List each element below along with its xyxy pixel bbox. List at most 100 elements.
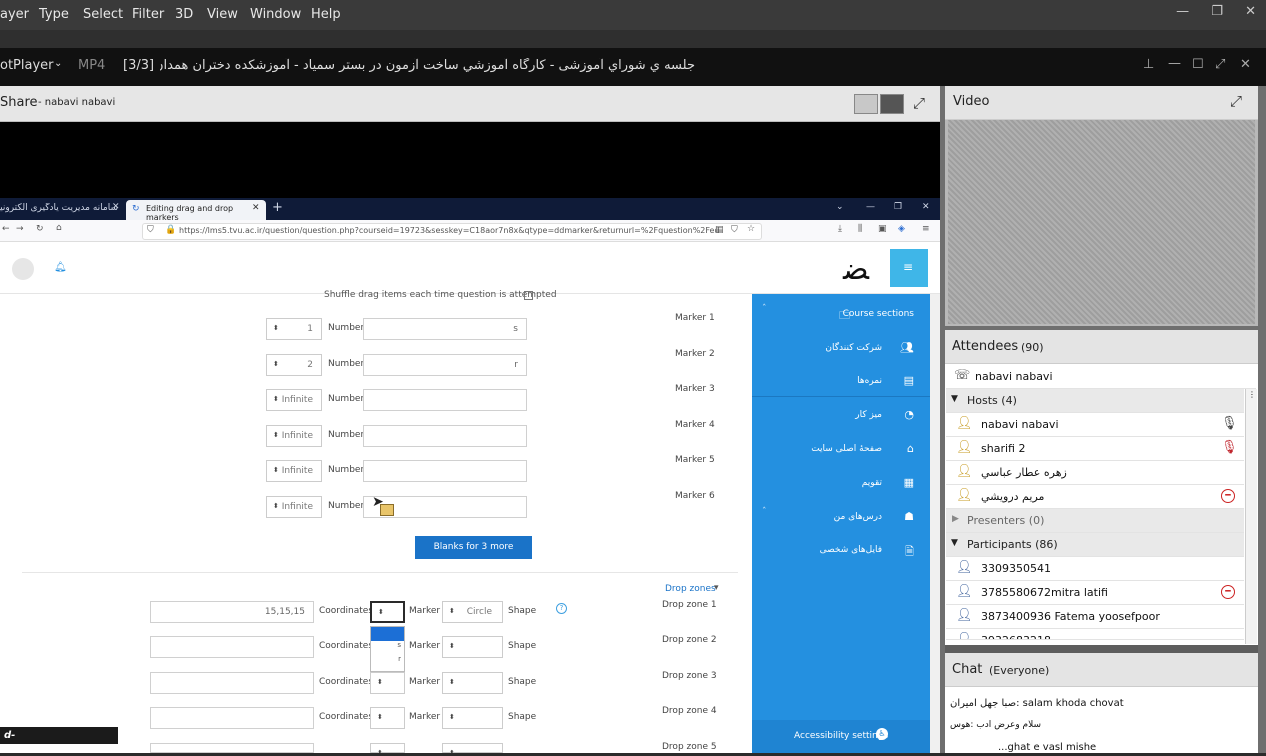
nav-item[interactable]: صفحهٔ اصلی سایت ⌂ bbox=[752, 441, 930, 461]
menu-view[interactable]: View bbox=[207, 7, 238, 22]
help-icon[interactable]: ? bbox=[556, 603, 567, 614]
dropzone-coords-input[interactable]: 15,15,15 bbox=[150, 601, 314, 623]
participant-row[interactable]: 👤︎ 3932683218 bbox=[946, 629, 1244, 640]
menu-icon[interactable]: ≡ bbox=[922, 224, 930, 234]
dropzone-coords-input[interactable] bbox=[150, 636, 314, 659]
my-status-row[interactable]: ☏ nabavi nabavi bbox=[946, 365, 1256, 389]
dropzone-marker-select[interactable]: ⬍ bbox=[370, 707, 405, 730]
player-name[interactable]: otPlayer bbox=[0, 58, 54, 73]
participant-row[interactable]: 👤︎ 3873400936 Fatema yoosefpoor bbox=[946, 605, 1244, 629]
library-icon[interactable]: ⫼ bbox=[858, 224, 862, 234]
fullscreen-icon[interactable]: ⤢ bbox=[1215, 57, 1225, 72]
dropzone-coords-input[interactable] bbox=[150, 707, 314, 730]
nav-item[interactable]: نمره‌ها ▤ bbox=[752, 373, 930, 393]
menu-3d[interactable]: 3D bbox=[175, 7, 193, 22]
marker-text-input[interactable]: r bbox=[363, 353, 527, 376]
hosts-group[interactable]: ▼ Hosts (4) bbox=[946, 389, 1244, 413]
host-row[interactable]: 👤︎ زهره عطار عباسي bbox=[946, 461, 1244, 485]
dropzone-shape-select[interactable]: ⬍ bbox=[442, 636, 503, 659]
hamburger-button[interactable]: ≡ bbox=[890, 249, 928, 287]
chevron-down-icon[interactable]: ⌄ bbox=[54, 58, 62, 69]
minimize-icon[interactable]: — bbox=[866, 202, 875, 212]
extension-icon[interactable]: ◈ bbox=[898, 224, 905, 234]
marker-text-input[interactable] bbox=[363, 389, 527, 412]
nav-item[interactable]: فایل‌های شخصی 🗎︎ bbox=[752, 542, 930, 562]
dropzone-marker-select[interactable]: ⬍ bbox=[370, 671, 405, 694]
marker-qty-select[interactable]: ⬍ Infinite bbox=[266, 460, 322, 483]
download-icon[interactable]: ⤓ bbox=[838, 224, 842, 234]
marker-qty-select[interactable]: ⬍ Infinite bbox=[266, 389, 322, 412]
chevron-up-icon[interactable]: ˆ bbox=[762, 507, 767, 517]
tab-list-icon[interactable]: ⌄ bbox=[836, 202, 844, 212]
reload-icon[interactable]: ↻ bbox=[36, 224, 44, 234]
expand-icon[interactable]: ⤢ bbox=[1230, 92, 1242, 110]
menu-filter[interactable]: Filter bbox=[132, 7, 164, 22]
dropzone-coords-input[interactable] bbox=[150, 671, 314, 694]
close-icon[interactable]: ✕ bbox=[922, 202, 930, 212]
chevron-up-icon[interactable]: ˆ bbox=[762, 304, 767, 314]
host-row[interactable]: 👤︎ nabavi nabavi 🎙︎ bbox=[946, 413, 1244, 437]
shuffle-checkbox[interactable] bbox=[524, 291, 533, 300]
marker-text-input[interactable]: s bbox=[363, 318, 527, 340]
avatar[interactable] bbox=[12, 258, 34, 280]
marker-text-input[interactable] bbox=[363, 424, 527, 447]
close-icon[interactable]: ✕ bbox=[1245, 4, 1256, 19]
blanks-more-markers-button[interactable]: Blanks for 3 more markers bbox=[415, 536, 532, 575]
menu-window[interactable]: Window bbox=[250, 7, 301, 22]
new-tab-icon[interactable]: + bbox=[272, 200, 283, 215]
chevron-down-icon[interactable]: ▾ bbox=[714, 583, 719, 593]
marker-qty-select[interactable]: ⬍ Infinite bbox=[266, 496, 322, 518]
home-icon[interactable]: ⌂ bbox=[56, 223, 62, 233]
marker-qty-select[interactable]: ⬍ 2 bbox=[266, 353, 322, 376]
host-row[interactable]: 👤︎ sharifi 2 🎙︎ bbox=[946, 437, 1244, 461]
dropzone-marker-select[interactable]: ⬍ bbox=[370, 601, 405, 623]
nav-item[interactable]: تقویم ▦ bbox=[752, 475, 930, 495]
tvu-logo[interactable]: ﻀ bbox=[830, 250, 882, 290]
nav-item[interactable]: درس‌های من ☗ bbox=[752, 509, 930, 529]
address-bar[interactable]: ⛉ 🔒 https://lms5.tvu.ac.ir/question/ques… bbox=[142, 223, 762, 240]
nav-item[interactable]: شرکت کنندگان 👥︎ bbox=[752, 340, 930, 360]
participant-row[interactable]: 👤︎ 3785580672mitra latifi ━ bbox=[946, 581, 1244, 605]
close-icon[interactable]: ✕ bbox=[1240, 57, 1251, 72]
dropdown-option[interactable]: r bbox=[371, 655, 404, 669]
minimize-icon[interactable]: — bbox=[1168, 56, 1181, 71]
browser-tab-1[interactable]: سامانه مديريت يادگيری الکترونيکی دا bbox=[0, 203, 118, 213]
marker-qty-select[interactable]: ⬍ 1 bbox=[266, 318, 322, 340]
close-icon[interactable]: ✕ bbox=[252, 203, 260, 213]
marker-text-input[interactable] bbox=[363, 460, 527, 483]
pin-icon[interactable]: ⊥ bbox=[1143, 57, 1154, 72]
back-icon[interactable]: ← bbox=[2, 224, 10, 234]
nav-item[interactable]: میز کار ◔ bbox=[752, 407, 930, 427]
restore-icon[interactable]: ❐ bbox=[1211, 4, 1223, 19]
dropzones-heading[interactable]: Drop zones bbox=[665, 584, 716, 594]
menu-player[interactable]: ayer bbox=[0, 7, 29, 22]
dropzone-marker-select[interactable]: ⬍ bbox=[370, 742, 405, 753]
marker-dropdown-list[interactable]: s r bbox=[370, 626, 405, 672]
maximize-icon[interactable]: ☐ bbox=[1192, 57, 1204, 72]
dropdown-option[interactable]: s bbox=[371, 641, 404, 655]
bell-icon[interactable]: 🔔︎ bbox=[54, 262, 67, 273]
browser-tab-2[interactable]: ↻ Editing drag and drop markers ✕ bbox=[126, 200, 266, 222]
sidebar-icon[interactable]: ▣ bbox=[878, 224, 887, 234]
page-scrollbar[interactable] bbox=[930, 294, 940, 753]
forward-icon[interactable]: → bbox=[16, 224, 24, 234]
accessibility-bar[interactable]: Accessibility settings ♿ bbox=[752, 720, 930, 753]
nav-item[interactable]: Course sections 🗀 bbox=[752, 306, 930, 326]
dropzone-shape-select[interactable]: ⬍ Circle bbox=[442, 601, 503, 623]
dropzone-shape-select[interactable]: ⬍ bbox=[442, 742, 503, 753]
dropzone-shape-select[interactable]: ⬍ bbox=[442, 671, 503, 694]
dropzone-coords-input[interactable] bbox=[150, 742, 314, 753]
menu-help[interactable]: Help bbox=[311, 7, 341, 22]
fit-width-icon[interactable] bbox=[854, 94, 878, 114]
menu-type[interactable]: Type bbox=[39, 7, 69, 22]
close-icon[interactable]: ✕ bbox=[112, 202, 120, 212]
bookmark-star-icon[interactable]: ☆ bbox=[747, 224, 755, 234]
dropdown-option-empty[interactable] bbox=[371, 627, 404, 641]
marker-qty-select[interactable]: ⬍ Infinite bbox=[266, 424, 322, 447]
expand-icon[interactable]: ⤢ bbox=[913, 94, 925, 112]
participant-row[interactable]: 👤︎ 3309350541 bbox=[946, 557, 1244, 581]
host-row[interactable]: 👤︎ مريم درويشي ━ bbox=[946, 485, 1244, 509]
restore-icon[interactable]: ❐ bbox=[894, 202, 902, 212]
participants-group[interactable]: ▼ Participants (86) bbox=[946, 533, 1244, 557]
minimize-icon[interactable]: — bbox=[1176, 4, 1189, 19]
